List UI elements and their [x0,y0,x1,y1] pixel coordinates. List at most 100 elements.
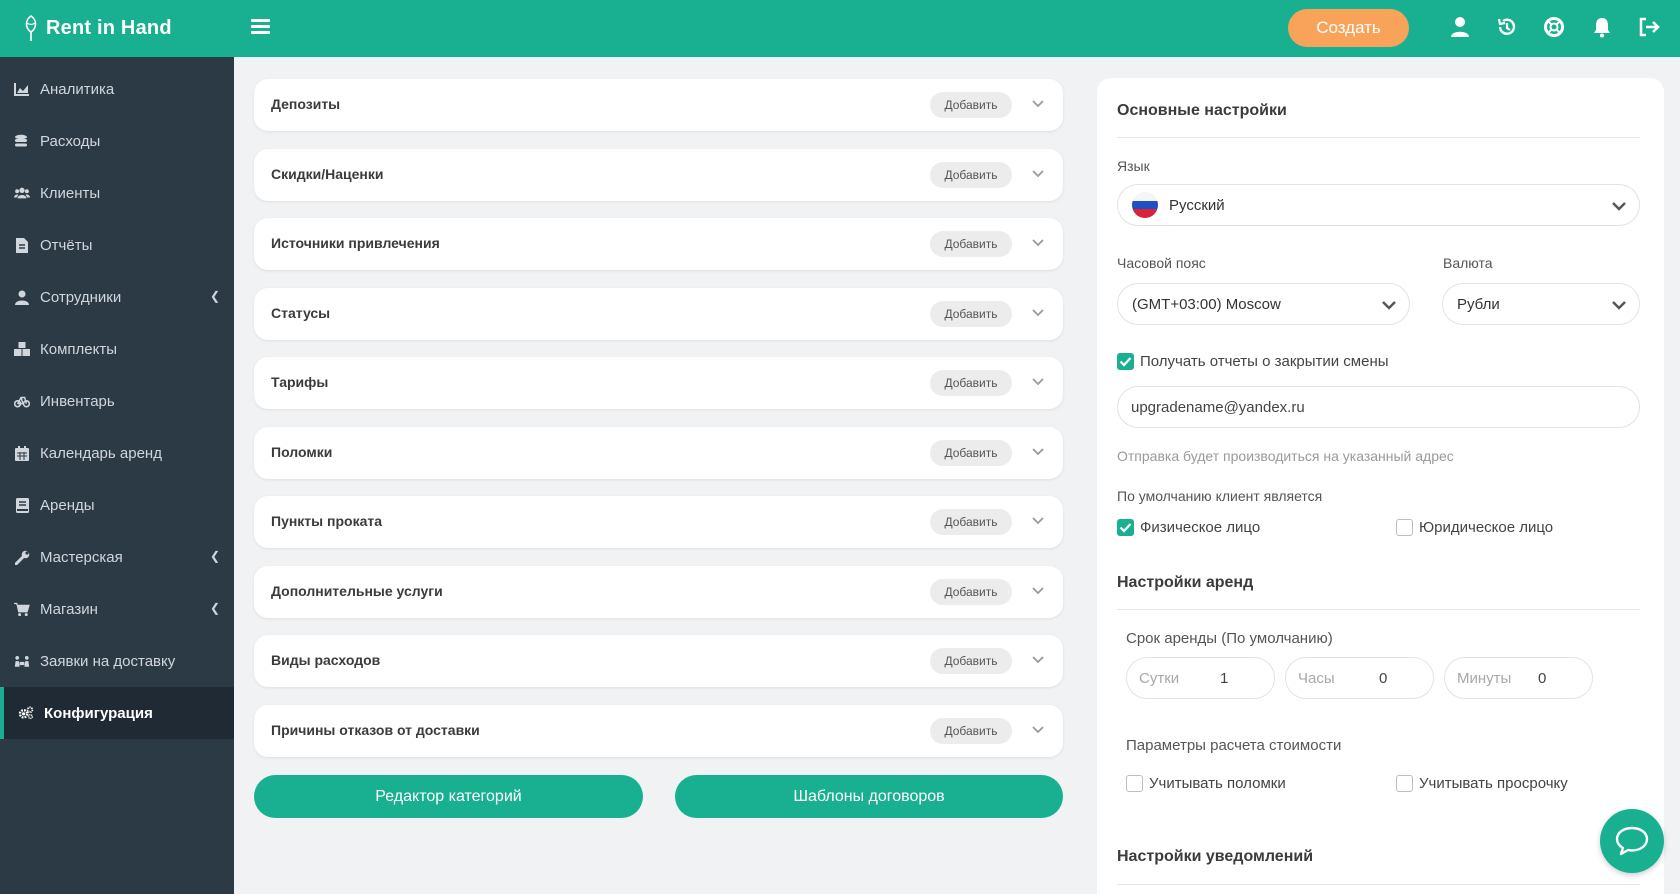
support-icon[interactable] [1541,14,1567,40]
sidebar-item-analytics[interactable]: Аналитика [0,63,234,115]
add-button[interactable]: Добавить [930,231,1012,257]
sidebar-item-rentals[interactable]: Аренды [0,479,234,531]
bicycle-icon [14,393,30,409]
settings-panel: Основные настройки Язык Русский Часовой … [1097,78,1664,894]
category-editor-button[interactable]: Редактор категорий [254,775,643,818]
sidebar-item-employees[interactable]: Сотрудники ❮ [0,271,234,323]
accordion-item[interactable]: Депозиты Добавить [254,79,1063,131]
chevron-down-icon[interactable] [1030,443,1046,459]
accordion-item[interactable]: Причины отказов от доставки Добавить [254,704,1063,757]
add-button[interactable]: Добавить [930,717,1012,744]
file-icon [14,237,30,253]
top-bar: Rent in Hand Создать [0,0,1680,57]
sidebar-item-label: Магазин [40,600,98,618]
legal-entity-checkbox[interactable] [1396,519,1413,536]
accordion-item[interactable]: Поломки Добавить [254,426,1063,479]
add-button[interactable]: Добавить [930,578,1012,605]
history-icon[interactable] [1494,14,1520,40]
accordion-item[interactable]: Источники привлечения Добавить [254,218,1063,270]
wrench-icon [14,549,30,565]
sidebar-item-expenses[interactable]: Расходы [0,115,234,167]
profile-icon[interactable] [1447,14,1473,40]
hours-field[interactable]: Часы 0 [1285,657,1434,699]
add-button[interactable]: Добавить [930,92,1012,118]
accordion-item[interactable]: Статусы Добавить [254,287,1063,340]
check-icon [1119,357,1132,367]
default-client-label: По умолчанию клиент является [1117,488,1323,504]
add-button[interactable]: Добавить [930,300,1012,327]
chevron-down-icon[interactable] [1030,304,1046,320]
accordion-item[interactable]: Виды расходов Добавить [254,635,1063,687]
delivery-icon [14,653,30,669]
add-button[interactable]: Добавить [930,439,1012,466]
timezone-select[interactable]: (GMT+03:00) Moscow [1117,283,1410,325]
accordion-item[interactable]: Пункты проката Добавить [254,496,1063,548]
sidebar-item-label: Мастерская [40,548,123,566]
add-button[interactable]: Добавить [930,648,1012,674]
language-select[interactable]: Русский [1117,184,1640,226]
app-logo[interactable]: Rent in Hand [22,12,172,44]
sidebar-item-reports[interactable]: Отчёты [0,219,234,271]
accordion-title: Причины отказов от доставки [271,721,480,738]
sidebar-item-configuration[interactable]: Конфигурация [0,687,234,739]
accordion-item[interactable]: Тарифы Добавить [254,357,1063,409]
sidebar-item-kits[interactable]: Комплекты [0,323,234,375]
overdue-checkbox[interactable] [1396,775,1413,792]
hours-placeholder: Часы [1298,670,1335,687]
sidebar-item-label: Сотрудники [40,288,122,306]
hours-value: 0 [1379,670,1388,687]
add-button[interactable]: Добавить [930,161,1012,188]
chevron-down-icon[interactable] [1030,234,1046,250]
days-field[interactable]: Сутки 1 [1126,657,1275,699]
chevron-down-icon [1612,301,1626,310]
coins-icon [14,133,30,149]
contract-templates-button[interactable]: Шаблоны договоров [675,775,1063,818]
chevron-down-icon[interactable] [1030,95,1046,111]
sidebar-item-rental-calendar[interactable]: Календарь аренд [0,427,234,479]
individual-checkbox[interactable] [1117,519,1134,536]
sidebar-item-label: Комплекты [40,340,117,358]
chevron-down-icon[interactable] [1030,512,1046,528]
breakdowns-label: Учитывать поломки [1149,775,1286,792]
chevron-down-icon [1382,301,1396,310]
sidebar-item-shop[interactable]: Магазин ❮ [0,583,234,635]
create-button[interactable]: Создать [1288,9,1409,47]
chevron-down-icon[interactable] [1030,651,1046,667]
chevron-down-icon[interactable] [1030,373,1046,389]
email-hint: Отправка будет производиться на указанны… [1117,448,1454,464]
cost-params-label: Параметры расчета стоимости [1126,737,1342,754]
currency-value: Рубли [1457,295,1500,313]
sidebar-item-delivery-requests[interactable]: Заявки на доставку [0,635,234,687]
accordion-item[interactable]: Скидки/Наценки Добавить [254,148,1063,201]
basic-settings-title: Основные настройки [1117,102,1287,119]
sidebar-item-inventory[interactable]: Инвентарь [0,375,234,427]
sidebar-item-clients[interactable]: Клиенты [0,167,234,219]
chevron-down-icon[interactable] [1030,582,1046,598]
bell-icon[interactable] [1589,14,1615,40]
add-button[interactable]: Добавить [930,509,1012,535]
check-icon [1119,523,1132,533]
sidebar-item-label: Аналитика [40,80,115,98]
chat-button[interactable] [1600,809,1664,873]
accordion-item[interactable]: Дополнительные услуги Добавить [254,565,1063,618]
currency-label: Валюта [1443,255,1493,271]
add-button[interactable]: Добавить [930,370,1012,396]
divider [1117,609,1640,610]
menu-toggle-icon[interactable] [251,19,270,35]
shift-report-checkbox[interactable] [1117,353,1134,370]
logout-icon[interactable] [1636,14,1662,40]
chevron-down-icon[interactable] [1030,165,1046,181]
chat-bubble-icon [1615,826,1649,856]
divider [1117,884,1640,885]
rent-settings-title: Настройки аренд [1117,574,1254,591]
breakdowns-checkbox[interactable] [1126,775,1143,792]
currency-select[interactable]: Рубли [1442,283,1640,325]
chevron-down-icon[interactable] [1030,721,1046,737]
sidebar-item-workshop[interactable]: Мастерская ❮ [0,531,234,583]
email-field[interactable]: upgradename@yandex.ru [1117,386,1640,428]
book-icon [14,497,30,513]
language-label: Язык [1117,158,1150,174]
accordion-title: Поломки [271,443,333,460]
user-tie-icon [14,289,30,305]
minutes-field[interactable]: Минуты 0 [1444,657,1593,699]
